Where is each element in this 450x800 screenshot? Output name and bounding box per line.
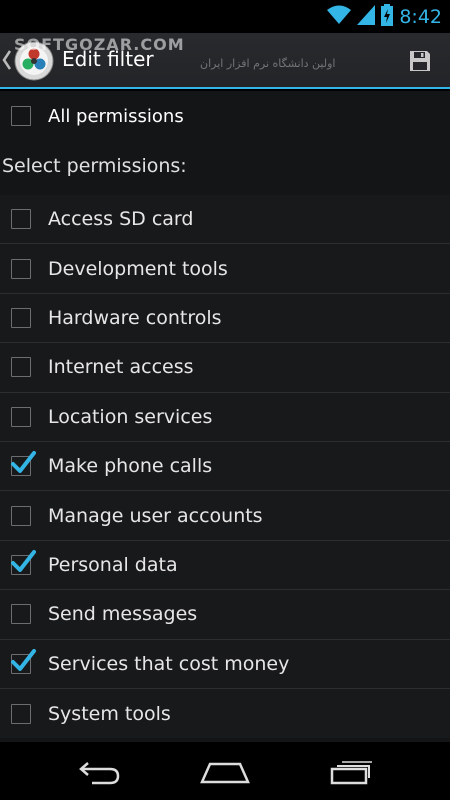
permission-row[interactable]: Make phone calls [0,441,450,492]
recent-apps-button[interactable] [320,752,380,792]
permission-label: System tools [48,702,171,725]
permission-checkbox[interactable] [11,648,36,674]
permission-row[interactable]: Development tools [0,244,450,294]
permission-checkbox[interactable] [11,406,31,427]
home-icon [200,762,250,784]
permission-label: Make phone calls [48,455,213,478]
permission-checkbox[interactable] [11,209,31,230]
permission-checkbox[interactable] [11,549,36,575]
permission-label: Location services [48,405,213,428]
back-button[interactable] [70,752,130,792]
up-navigation-icon[interactable] [2,49,12,71]
permission-row[interactable]: Access SD card [0,195,450,245]
permission-label: Personal data [48,553,178,576]
permission-checkbox[interactable] [11,505,31,526]
permission-row[interactable]: Send messages [0,590,450,640]
save-button[interactable] [404,45,436,77]
permission-row[interactable]: System tools [0,688,450,739]
screen-title: Edit filter [62,47,154,71]
home-button[interactable] [195,752,255,792]
watermark-subtext: اولین دانشگاه نرم افزار ایران [200,57,336,70]
status-icons: 8:42 [327,3,442,30]
all-permissions-row[interactable]: All permissions [0,91,450,141]
permission-label: Development tools [48,257,228,280]
filter-content: All permissions Select permissions: Acce… [0,91,450,742]
permission-row[interactable]: Manage user accounts [0,491,450,541]
permission-row[interactable]: Hardware controls [0,293,450,344]
permission-row[interactable]: Location services [0,392,450,442]
permission-label: Hardware controls [48,306,222,329]
action-bar: SOFTGOZAR.COM اولین دانشگاه نرم افزار ای… [0,33,450,89]
permission-checkbox[interactable] [11,307,31,328]
permission-label: Manage user accounts [48,504,263,527]
permission-row[interactable]: Services that cost money [0,639,450,689]
all-permissions-label: All permissions [48,105,184,127]
all-permissions-checkbox[interactable] [11,106,31,126]
back-icon [79,762,120,785]
save-icon [410,51,430,71]
status-time: 8:42 [399,5,442,28]
permission-checkbox[interactable] [11,451,36,477]
battery-charging-icon [381,3,394,30]
wifi-icon [327,5,352,29]
section-header: Select permissions: [2,155,187,177]
permission-checkbox[interactable] [11,258,31,279]
status-bar: 8:42 [0,0,450,33]
navigation-bar [0,742,450,800]
permission-row[interactable]: Internet access [0,343,450,393]
recent-apps-icon [330,761,372,785]
permission-label: Internet access [48,356,194,379]
permission-list: Access SD card Development tools Hardware … [0,195,450,739]
permission-label: Access SD card [48,208,194,231]
permission-checkbox[interactable] [11,357,31,378]
permission-row[interactable]: Personal data [0,540,450,591]
permission-label: Send messages [48,603,198,626]
permission-checkbox[interactable] [11,703,31,724]
permission-checkbox[interactable] [11,604,31,625]
permission-label: Services that cost money [48,652,290,675]
signal-icon [357,4,376,29]
